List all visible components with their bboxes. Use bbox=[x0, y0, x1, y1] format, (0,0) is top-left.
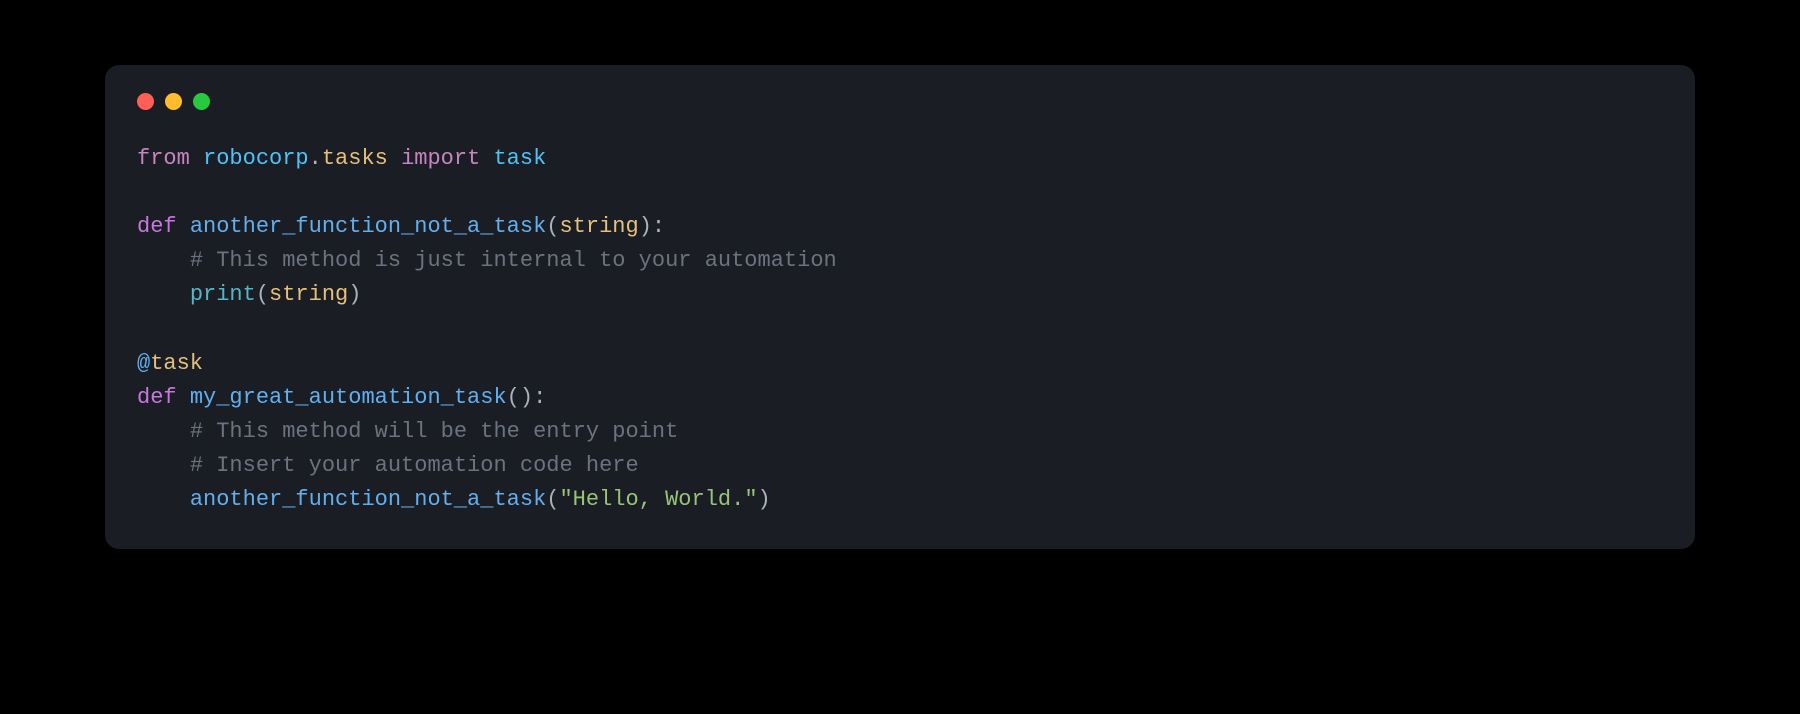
arg-name: string bbox=[269, 282, 348, 307]
indent bbox=[137, 419, 190, 444]
dot: . bbox=[309, 146, 322, 171]
code-line: # This method will be the entry point bbox=[137, 419, 678, 444]
function-name: another_function_not_a_task bbox=[190, 214, 546, 239]
paren-close: ) bbox=[348, 282, 361, 307]
code-line: another_function_not_a_task("Hello, Worl… bbox=[137, 487, 771, 512]
indent bbox=[137, 487, 190, 512]
parens: (): bbox=[507, 385, 547, 410]
module-attr: tasks bbox=[322, 146, 388, 171]
indent bbox=[137, 248, 190, 273]
function-name: my_great_automation_task bbox=[190, 385, 507, 410]
builtin-print: print bbox=[190, 282, 256, 307]
minimize-icon[interactable] bbox=[165, 93, 182, 110]
paren-open: ( bbox=[256, 282, 269, 307]
code-line: # Insert your automation code here bbox=[137, 453, 639, 478]
import-name: task bbox=[493, 146, 546, 171]
indent bbox=[137, 453, 190, 478]
close-icon[interactable] bbox=[137, 93, 154, 110]
paren-open: ( bbox=[546, 214, 559, 239]
comment: # This method will be the entry point bbox=[190, 419, 678, 444]
maximize-icon[interactable] bbox=[193, 93, 210, 110]
code-line: def my_great_automation_task(): bbox=[137, 385, 546, 410]
window-traffic-lights bbox=[137, 93, 1663, 110]
indent bbox=[137, 282, 190, 307]
keyword-def: def bbox=[137, 214, 177, 239]
module-name: robocorp bbox=[203, 146, 309, 171]
decorator-name: task bbox=[150, 351, 203, 376]
code-line: from robocorp.tasks import task bbox=[137, 146, 546, 171]
keyword-from: from bbox=[137, 146, 190, 171]
keyword-import: import bbox=[401, 146, 480, 171]
comment: # Insert your automation code here bbox=[190, 453, 639, 478]
string-literal: "Hello, World." bbox=[559, 487, 757, 512]
code-line: @task bbox=[137, 351, 203, 376]
function-call: another_function_not_a_task bbox=[190, 487, 546, 512]
param-name: string bbox=[559, 214, 638, 239]
code-line: print(string) bbox=[137, 282, 361, 307]
code-line: def another_function_not_a_task(string): bbox=[137, 214, 665, 239]
code-content: from robocorp.tasks import task def anot… bbox=[137, 142, 1663, 517]
code-window: from robocorp.tasks import task def anot… bbox=[105, 65, 1695, 549]
comment: # This method is just internal to your a… bbox=[190, 248, 837, 273]
paren-close: ): bbox=[639, 214, 665, 239]
paren-close: ) bbox=[758, 487, 771, 512]
keyword-def: def bbox=[137, 385, 177, 410]
paren-open: ( bbox=[546, 487, 559, 512]
decorator-at: @ bbox=[137, 351, 150, 376]
code-line: # This method is just internal to your a… bbox=[137, 248, 837, 273]
